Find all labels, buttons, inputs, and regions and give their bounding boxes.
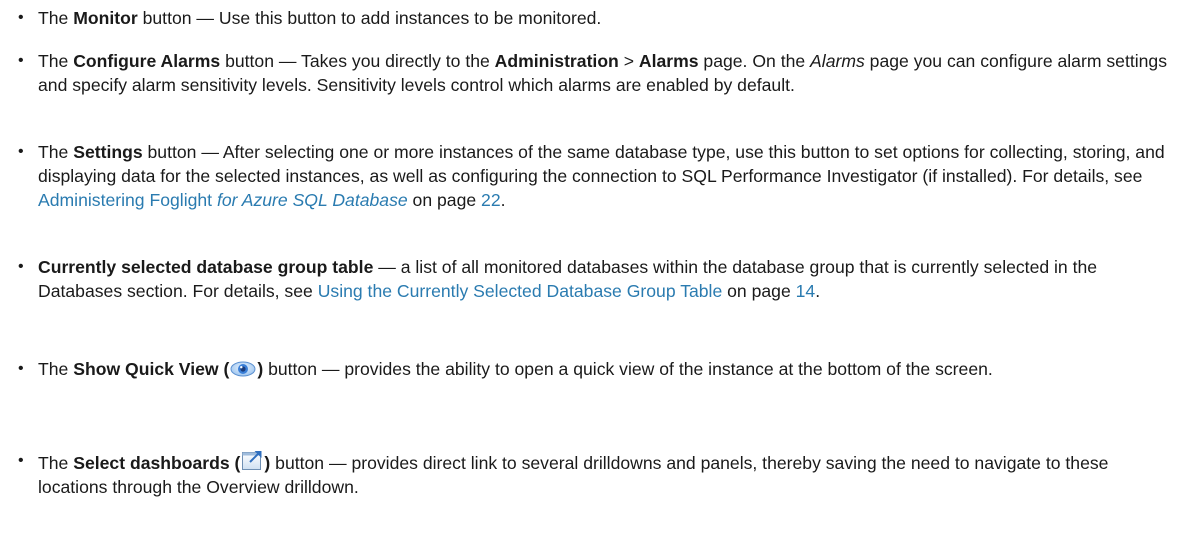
list-item-text: The Show Quick View ( ) button — provide… (38, 357, 1168, 381)
bullet-dot: • (18, 258, 24, 275)
text-run: button — provides the ability to open a … (263, 359, 993, 379)
text-run: The (38, 453, 74, 473)
text-run: The (38, 142, 74, 162)
link-administering-foglight[interactable]: Administering Foglight for Azure SQL Dat… (38, 190, 408, 210)
list-item-settings: • The Settings button — After selecting … (18, 140, 1168, 212)
bold-term: Settings (73, 142, 143, 162)
list-item-text: The Select dashboards ( ) button — provi… (38, 449, 1168, 499)
bold-term: Select dashboards ( (73, 453, 241, 473)
select-dashboards-icon (241, 449, 263, 471)
italic-term: Alarms (810, 51, 865, 71)
link-text-italic[interactable]: for Azure SQL Database (217, 190, 408, 210)
list-item-show-quick-view: • The Show Quick View ( ) button — provi… (18, 357, 1168, 381)
bullet-dot: • (18, 143, 24, 160)
bullet-dot: • (18, 9, 24, 26)
eye-icon (230, 358, 256, 378)
bold-term: Monitor (73, 8, 138, 28)
text-run: button — After selecting one or more ins… (38, 142, 1165, 186)
link-using-database-group-table[interactable]: Using the Currently Selected Database Gr… (318, 281, 723, 301)
text-run: . (500, 190, 506, 210)
text-run: on page (407, 190, 482, 210)
text-run: page. On the (698, 51, 811, 71)
list-item-text: The Settings button — After selecting on… (38, 140, 1168, 212)
text-run: The (38, 51, 74, 71)
list-item-monitor: • The Monitor button — Use this button t… (18, 6, 1168, 30)
bold-term: Currently selected database group table (38, 257, 374, 277)
page-number-link[interactable]: 14 (796, 281, 816, 301)
bullet-dot: • (18, 360, 24, 377)
link-text[interactable]: Administering Foglight (38, 190, 217, 210)
list-item-text: The Monitor button — Use this button to … (38, 6, 1168, 30)
list-item-database-group-table: • Currently selected database group tabl… (18, 255, 1168, 303)
text-run: > (618, 51, 639, 71)
list-item-configure-alarms: • The Configure Alarms button — Takes yo… (18, 49, 1168, 97)
text-run: button — Takes you directly to the (220, 51, 495, 71)
list-item-text: The Configure Alarms button — Takes you … (38, 49, 1168, 97)
text-run: . (815, 281, 821, 301)
text-run: The (38, 8, 74, 28)
bold-term: Alarms (638, 51, 699, 71)
document-page: • The Monitor button — Use this button t… (0, 0, 1179, 547)
bullet-dot: • (18, 52, 24, 69)
bold-term: Configure Alarms (73, 51, 221, 71)
text-run: The (38, 359, 74, 379)
bold-term: Show Quick View ( (73, 359, 230, 379)
bold-term: Administration (494, 51, 619, 71)
text-run: on page (722, 281, 796, 301)
list-item-select-dashboards: • The Select dashboards ( ) button — pro… (18, 449, 1168, 499)
text-run: button — Use this button to add instance… (137, 8, 602, 28)
page-number-link[interactable]: 22 (481, 190, 501, 210)
bullet-dot: • (18, 452, 24, 469)
list-item-text: Currently selected database group table … (38, 255, 1168, 303)
